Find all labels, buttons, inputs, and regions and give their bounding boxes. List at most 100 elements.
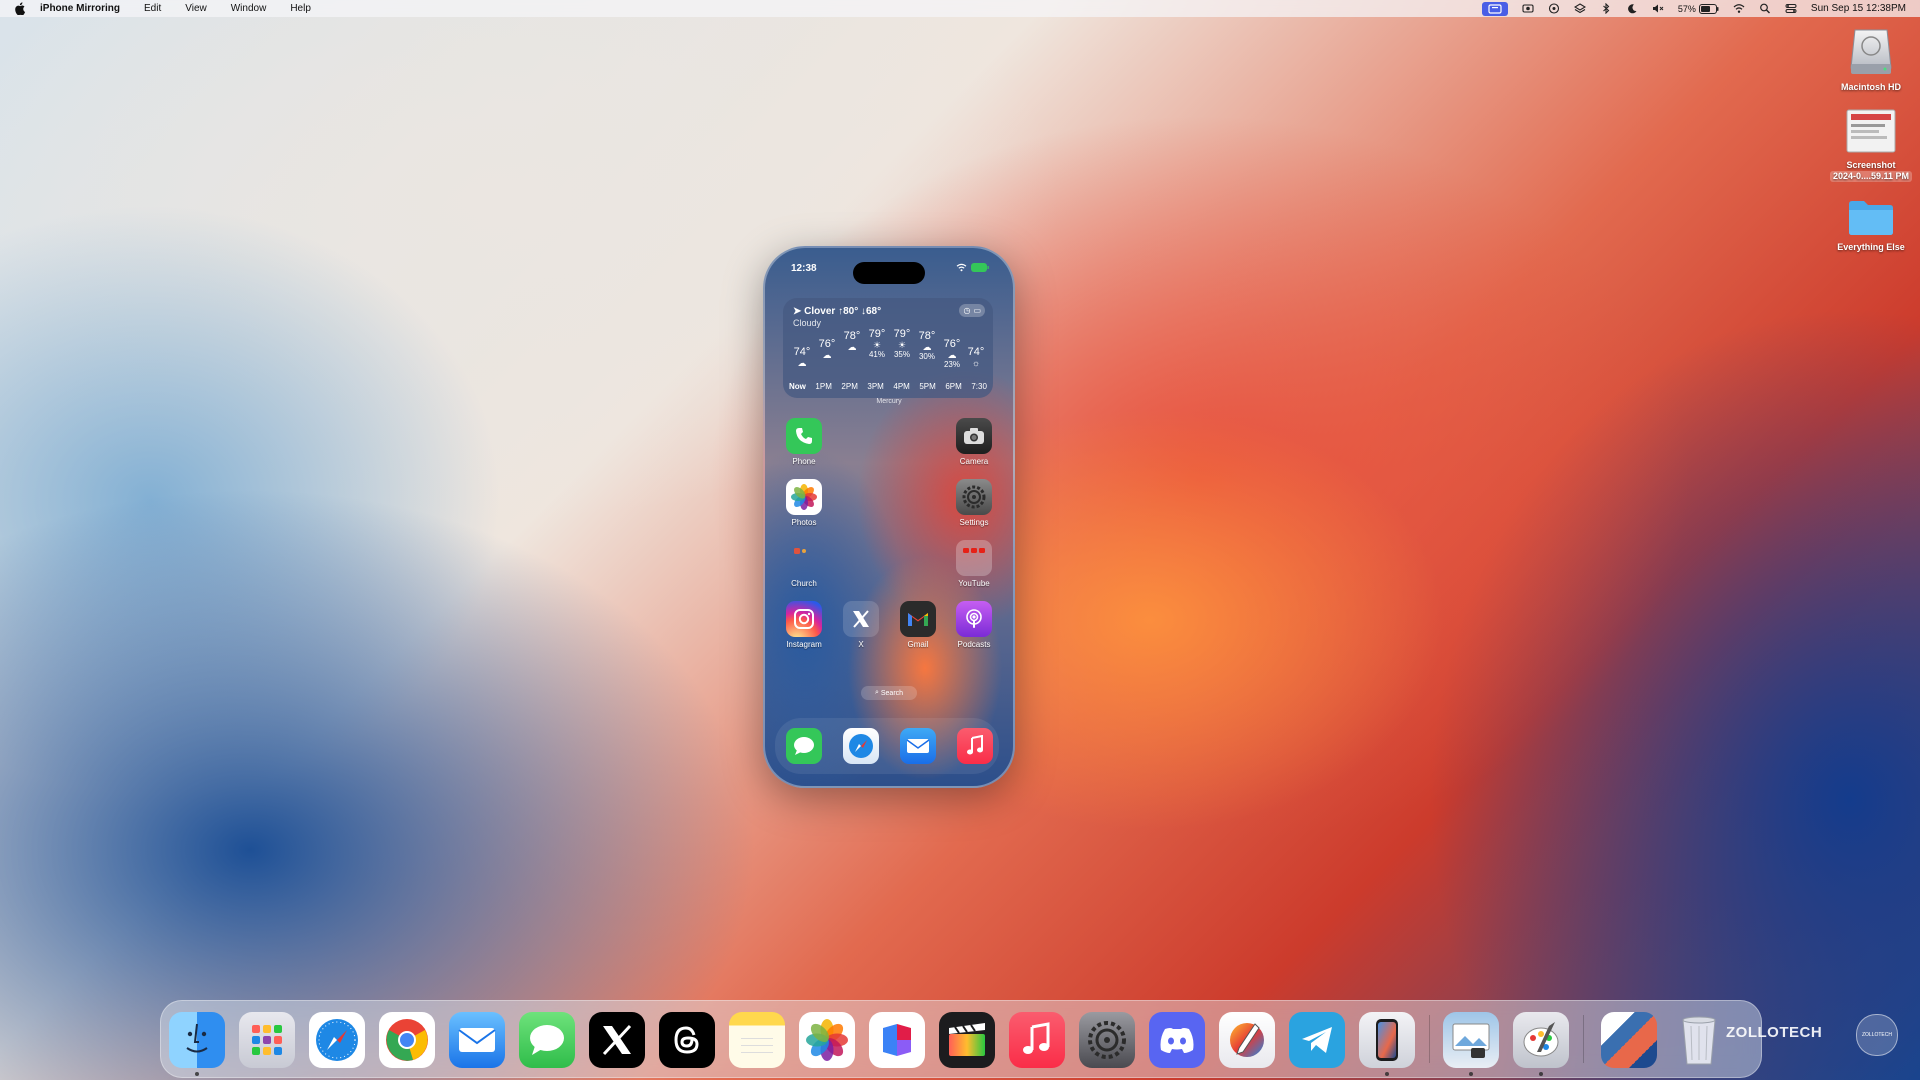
time-5pm: 5PM	[919, 382, 936, 391]
screenshot-file-icon	[1846, 109, 1896, 153]
messages-icon[interactable]	[519, 1012, 575, 1068]
x-logo-icon	[843, 601, 879, 637]
app-instagram[interactable]: Instagram	[781, 601, 827, 649]
battery-indicator[interactable]: 57%	[1678, 3, 1719, 14]
weather-high: ↑80°	[838, 306, 859, 317]
app-status-icon[interactable]	[1548, 3, 1560, 14]
screen-record-icon[interactable]	[1522, 3, 1534, 14]
menu-edit[interactable]: Edit	[144, 3, 161, 14]
running-indicator	[1539, 1072, 1543, 1076]
hour-6pm: 76° ☁ 23%	[939, 338, 965, 369]
focus-moon-icon[interactable]	[1626, 3, 1638, 14]
downloads-stack-icon[interactable]	[1601, 1012, 1657, 1068]
time-2pm: 2PM	[841, 382, 858, 391]
menubar-clock[interactable]: Sun Sep 15 12:38PM	[1811, 3, 1906, 14]
app-gmail[interactable]: Gmail	[895, 601, 941, 649]
app-youtube[interactable]: YouTube	[951, 540, 997, 588]
instagram-icon	[786, 601, 822, 637]
dock-separator	[1583, 1015, 1584, 1063]
mail-icon[interactable]	[449, 1012, 505, 1068]
safari-icon[interactable]	[309, 1012, 365, 1068]
app-settings[interactable]: Settings	[951, 479, 997, 527]
home-search-button[interactable]: ⌕ Search	[861, 686, 917, 700]
cloud-icon: ☁	[947, 350, 957, 360]
weather-header: ➤ Clover ↑80° ↓68°	[793, 306, 881, 317]
app-phone[interactable]: Phone	[781, 418, 827, 466]
hour-4pm: 79° ☀ 35%	[889, 328, 915, 359]
spotlight-search-icon[interactable]	[1759, 3, 1771, 14]
app-label: Camera	[959, 457, 989, 466]
desktop-label-everything-else: Everything Else	[1837, 242, 1905, 252]
location-arrow-icon: ➤	[793, 306, 802, 317]
app-label: Settings	[959, 518, 989, 527]
music-icon[interactable]	[1009, 1012, 1065, 1068]
screenshot-name: Screenshot	[1846, 160, 1896, 170]
menu-help[interactable]: Help	[290, 3, 311, 14]
app-photos[interactable]: Photos	[781, 479, 827, 527]
safari-icon[interactable]	[843, 728, 879, 764]
notes-icon[interactable]	[729, 1012, 785, 1068]
threads-icon[interactable]	[659, 1012, 715, 1068]
desktop-label-screenshot: Screenshot 2024-0....59.11 PM	[1829, 160, 1913, 182]
desktop-icon-screenshot[interactable]: Screenshot 2024-0....59.11 PM	[1826, 106, 1916, 182]
iphone-mirroring-window[interactable]: 12:38 ➤ Clover ↑80° ↓68° Cloudy ◷ ▭ 74° ☁…	[763, 246, 1015, 788]
cloud-icon: ☁	[847, 342, 857, 352]
phone-wifi-icon	[956, 263, 967, 272]
telegram-icon[interactable]	[1289, 1012, 1345, 1068]
layers-icon[interactable]	[1573, 3, 1586, 14]
dynamic-island	[853, 262, 925, 284]
microsoft-office-icon[interactable]	[869, 1012, 925, 1068]
watermark-badge-text: ZOLLOTECH	[1861, 1032, 1892, 1038]
pixelmator-icon[interactable]	[1219, 1012, 1275, 1068]
menu-window[interactable]: Window	[231, 3, 267, 14]
app-label: Phone	[792, 457, 816, 466]
finder-icon[interactable]	[169, 1012, 225, 1068]
discord-icon[interactable]	[1149, 1012, 1205, 1068]
watermark-badge: ZOLLOTECH	[1856, 1014, 1898, 1056]
gear-icon	[956, 479, 992, 515]
trash-icon[interactable]	[1671, 1012, 1727, 1068]
time-730: 7:30	[971, 382, 987, 391]
apple-menu-icon[interactable]	[14, 2, 26, 15]
app-x[interactable]: X	[838, 601, 884, 649]
menu-app-name[interactable]: iPhone Mirroring	[40, 3, 120, 14]
hard-drive-icon	[1850, 29, 1892, 74]
preview-icon[interactable]	[1443, 1012, 1499, 1068]
bluetooth-icon[interactable]	[1600, 3, 1612, 14]
iphone-mirroring-icon[interactable]	[1359, 1012, 1415, 1068]
menu-view[interactable]: View	[185, 3, 207, 14]
launchpad-icon[interactable]	[239, 1012, 295, 1068]
iphone-mirroring-status-icon[interactable]	[1481, 1, 1508, 16]
final-cut-clapper-icon[interactable]	[939, 1012, 995, 1068]
weather-hourly-row: 74° ☁ 76° ☁ 78° ☁ 79° ☀ 41% 79° ☀ 35% 78° ☁ 30% 7…	[789, 328, 987, 384]
app-camera[interactable]: Camera	[951, 418, 997, 466]
sound-muted-icon[interactable]	[1652, 3, 1664, 14]
app-label: Church	[791, 579, 817, 588]
messages-icon[interactable]	[786, 728, 822, 764]
weather-time-row: Now 1PM 2PM 3PM 4PM 5PM 6PM 7:30	[789, 382, 987, 391]
dock-separator	[1429, 1015, 1430, 1063]
app-label: X	[858, 640, 864, 649]
desktop-icon-everything-else[interactable]: Everything Else	[1826, 198, 1916, 253]
wifi-icon[interactable]	[1733, 3, 1745, 14]
music-icon[interactable]	[957, 728, 993, 764]
app-label: YouTube	[958, 579, 990, 588]
desktop-icon-macintosh-hd[interactable]: Macintosh HD	[1826, 24, 1916, 93]
photos-icon[interactable]	[799, 1012, 855, 1068]
dock	[160, 1000, 1762, 1078]
running-indicator	[1385, 1072, 1389, 1076]
weather-widget[interactable]: ➤ Clover ↑80° ↓68° Cloudy ◷ ▭ 74° ☁ 76° ☁ …	[783, 298, 993, 398]
app-podcasts[interactable]: Podcasts	[951, 601, 997, 649]
chrome-icon[interactable]	[379, 1012, 435, 1068]
time-1pm: 1PM	[815, 382, 832, 391]
weather-controls[interactable]: ◷ ▭	[959, 304, 985, 317]
mail-icon[interactable]	[900, 728, 936, 764]
control-center-icon[interactable]	[1785, 3, 1797, 14]
app-church[interactable]: Church	[781, 540, 827, 588]
x-app-icon[interactable]	[589, 1012, 645, 1068]
cloud-icon: ☁	[822, 350, 832, 360]
widget-icon[interactable]: ▭	[973, 306, 981, 315]
clock-icon[interactable]: ◷	[963, 306, 970, 315]
system-settings-gear-icon[interactable]	[1079, 1012, 1135, 1068]
pixelmator-palette-icon[interactable]	[1513, 1012, 1569, 1068]
